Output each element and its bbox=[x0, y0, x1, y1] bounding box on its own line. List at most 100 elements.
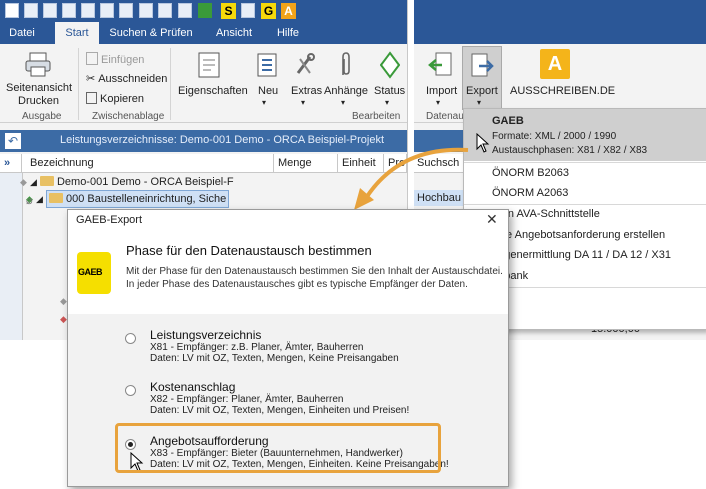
einfuegen-button[interactable]: Einfügen bbox=[86, 52, 144, 66]
printer-icon bbox=[25, 52, 51, 77]
anhaenge-label: Anhänge bbox=[324, 85, 369, 97]
group-zwischenablage: Zwischenablage bbox=[92, 111, 165, 122]
chevron-down-icon: ▾ bbox=[301, 98, 306, 107]
ausschneiden-button[interactable]: ✂ Ausschneiden bbox=[86, 72, 167, 85]
quick-access-toolbar: S G A bbox=[0, 0, 407, 22]
ausschreiben-logo-icon[interactable]: A bbox=[540, 49, 570, 79]
extras-label: Extras bbox=[291, 85, 323, 97]
menu-item-mengenermittlung[interactable]: engenermittlung DA 11 / DA 12 / X31 bbox=[492, 249, 671, 261]
neu-button[interactable] bbox=[254, 51, 280, 79]
status-button[interactable] bbox=[379, 51, 401, 79]
tab-datei[interactable]: Datei bbox=[0, 22, 44, 44]
option-kostenanschlag[interactable]: Kostenanschlag X82 - Empfänger: Planer, … bbox=[150, 380, 409, 416]
neu-label: Neu bbox=[258, 85, 279, 97]
row-marker-column bbox=[0, 173, 23, 340]
properties-icon bbox=[198, 52, 220, 78]
radio-kostenanschlag[interactable] bbox=[125, 385, 136, 396]
status-label: Status bbox=[374, 85, 406, 97]
tree-row-baustelle[interactable]: ◆ ◢ 000 Baustelleneinrichtung, Siche bbox=[26, 190, 230, 208]
orange-arrow-icon bbox=[354, 147, 469, 210]
tab-hilfe[interactable]: Hilfe bbox=[268, 22, 308, 44]
print-icon[interactable] bbox=[43, 3, 57, 18]
calc-icon[interactable] bbox=[178, 3, 192, 18]
anhaenge-button[interactable] bbox=[336, 51, 356, 79]
list-icon[interactable] bbox=[81, 3, 95, 18]
open-icon[interactable] bbox=[24, 3, 38, 18]
ribbon-start: Seitenansicht Drucken Ausgabe Einfügen ✂… bbox=[0, 44, 407, 123]
menu-item-gaeb[interactable]: GAEB Formate: XML / 2000 / 1990 Austausc… bbox=[464, 109, 706, 161]
extras-button[interactable] bbox=[292, 51, 318, 79]
export-button[interactable]: Export ▾ bbox=[462, 46, 502, 110]
einfuegen-label: Einfügen bbox=[101, 54, 145, 66]
separator bbox=[170, 48, 171, 120]
col-menge[interactable]: Menge bbox=[274, 154, 338, 172]
menu-separator bbox=[464, 162, 706, 163]
chevron-down-icon: ▾ bbox=[341, 98, 346, 107]
option-title: Leistungsverzeichnis bbox=[150, 328, 262, 342]
s-icon[interactable]: S bbox=[221, 3, 236, 19]
status-diamond-icon bbox=[379, 51, 401, 79]
expand-pane-icon[interactable]: » bbox=[0, 154, 22, 172]
attachment-icon: ⌀ bbox=[26, 195, 33, 207]
doc-icon[interactable] bbox=[158, 3, 172, 18]
gaeb-phases: Austauschphasen: X81 / X82 / X83 bbox=[492, 145, 648, 156]
tree-row-label: Demo-001 Demo - ORCA Beispiel-F bbox=[56, 176, 234, 188]
ribbon-tab-bar-right bbox=[414, 0, 706, 44]
selected-option-highlight bbox=[115, 423, 441, 473]
col-bezeichnung[interactable]: Bezeichnung bbox=[26, 154, 274, 172]
menu-item-angebotsanforderung[interactable]: itale Angebotsanforderung erstellen bbox=[492, 229, 665, 241]
diamond-icon: ◆ bbox=[20, 177, 27, 187]
import-button[interactable] bbox=[428, 50, 454, 80]
g-icon[interactable]: G bbox=[261, 3, 276, 19]
scissors-icon: ✂ bbox=[86, 73, 96, 85]
gaeb-formats: Formate: XML / 2000 / 1990 bbox=[492, 131, 617, 142]
tree-row-project[interactable]: ◆ ◢ Demo-001 Demo - ORCA Beispiel-F bbox=[20, 174, 234, 190]
lv-title: Leistungsverzeichnisse: Demo-001 Demo - … bbox=[60, 134, 385, 146]
sheet-icon[interactable] bbox=[139, 3, 153, 18]
dialog-desc-1: Mit der Phase für den Datenaustausch bes… bbox=[126, 266, 503, 277]
group-bearbeiten: Bearbeiten bbox=[352, 111, 401, 122]
tab-suchen-pruefen[interactable]: Suchen & Prüfen bbox=[104, 22, 198, 44]
import-label: Import bbox=[426, 85, 458, 97]
diamond-icon: ◆ bbox=[60, 314, 67, 324]
tab-start[interactable]: Start bbox=[55, 22, 99, 44]
new-document-icon[interactable] bbox=[5, 3, 19, 18]
paste-icon bbox=[86, 52, 98, 65]
close-icon[interactable]: ✕ bbox=[486, 211, 498, 228]
form-icon[interactable] bbox=[119, 3, 133, 18]
separator bbox=[78, 48, 79, 120]
kopieren-button[interactable]: Kopieren bbox=[86, 92, 144, 105]
chevron-down-icon: ▾ bbox=[436, 98, 441, 107]
seitenansicht-label: Seitenansicht bbox=[6, 82, 73, 94]
dialog-title: GAEB-Export bbox=[76, 214, 143, 226]
dialog-desc-2: In jeder Phase des Datenaustausches gibt… bbox=[126, 279, 468, 290]
radio-leistungsverzeichnis[interactable] bbox=[125, 333, 136, 344]
menu-item-oenorm-a2063[interactable]: ÖNORM A2063 bbox=[492, 187, 568, 199]
image-icon[interactable] bbox=[241, 3, 255, 18]
eigenschaften-button[interactable] bbox=[196, 51, 222, 79]
ausschreiben-label[interactable]: AUSSCHREIBEN.DE bbox=[510, 85, 615, 97]
chevron-down-icon: ▾ bbox=[385, 98, 390, 107]
option-leistungsverzeichnis[interactable]: Leistungsverzeichnis X81 - Empfänger: z.… bbox=[150, 328, 399, 364]
table-icon[interactable] bbox=[62, 3, 76, 18]
expand-triangle-icon: ◢ bbox=[29, 177, 37, 187]
tree-row-label: 000 Baustelleneinrichtung, Siche bbox=[65, 193, 227, 205]
chevron-down-icon: ▾ bbox=[477, 98, 482, 107]
gaeb-title: GAEB bbox=[492, 115, 524, 127]
excel-icon[interactable] bbox=[198, 3, 212, 18]
chevron-down-icon: ▾ bbox=[262, 98, 267, 107]
grid-icon[interactable] bbox=[100, 3, 114, 18]
option-title: Kostenanschlag bbox=[150, 380, 236, 394]
print-preview-button[interactable] bbox=[25, 51, 51, 77]
menu-item-oenorm-b2063[interactable]: ÖNORM B2063 bbox=[492, 167, 569, 179]
paperclip-icon bbox=[342, 52, 350, 75]
group-datenaustausch: Datenau bbox=[426, 111, 464, 122]
a-icon[interactable]: A bbox=[281, 3, 296, 19]
folder-icon bbox=[39, 176, 54, 186]
copy-icon bbox=[86, 92, 97, 104]
tab-ansicht[interactable]: Ansicht bbox=[206, 22, 262, 44]
tools-icon bbox=[296, 53, 315, 74]
ausschneiden-label: Ausschneiden bbox=[98, 73, 168, 85]
refresh-icon[interactable]: ↶ bbox=[5, 133, 21, 149]
group-ausgabe: Ausgabe bbox=[22, 111, 62, 122]
